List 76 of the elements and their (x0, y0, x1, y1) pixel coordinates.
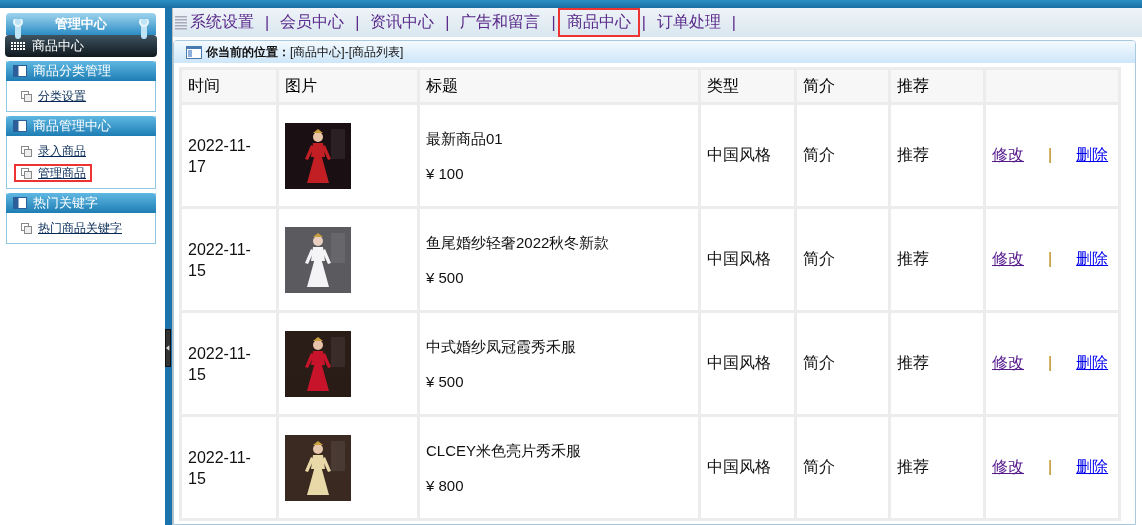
date-text: 2022-11-15 (188, 239, 252, 281)
nav-tab[interactable]: 订单处理 (647, 8, 730, 37)
nav-tab[interactable]: 会员中心 (271, 8, 354, 37)
type-text: 中国风格 (707, 354, 771, 371)
product-title: 鱼尾婚纱轻奢2022秋冬新款 (426, 233, 611, 253)
recommend-text: 推荐 (897, 146, 929, 163)
page-icon (21, 145, 32, 157)
nav-tab[interactable]: 商品中心 (557, 8, 640, 37)
edit-link[interactable]: 修改 (992, 458, 1024, 475)
lines-icon (175, 15, 187, 30)
date-text: 2022-11-17 (188, 135, 252, 177)
grid-icon (11, 41, 26, 51)
type-text: 中国风格 (707, 146, 771, 163)
separator: | (445, 13, 450, 32)
group-header: 商品分类管理 (6, 61, 156, 81)
type-text: 中国风格 (707, 250, 771, 267)
panel-icon (186, 45, 202, 59)
date-text: 2022-11-15 (188, 447, 252, 489)
sidebar-item[interactable]: 管理商品 (14, 164, 92, 182)
edit-link[interactable]: 修改 (992, 250, 1024, 267)
price-text: ¥ 100 (426, 164, 465, 182)
separator: | (1048, 146, 1053, 163)
page-icon (21, 222, 32, 234)
section-bar: 商品中心 (5, 35, 157, 57)
column-header: 简介 (797, 70, 888, 102)
delete-link[interactable]: 删除 (1076, 354, 1109, 371)
separator: | (731, 13, 736, 32)
product-title: 中式婚纱凤冠霞秀禾服 (426, 337, 577, 357)
sidebar-item[interactable]: 分类设置 (14, 87, 92, 105)
column-header: 图片 (279, 70, 417, 102)
sidebar-item[interactable]: 录入商品 (14, 142, 92, 160)
panel-icon (13, 197, 27, 209)
separator: | (1048, 250, 1053, 267)
price-text: ¥ 800 (426, 476, 465, 494)
delete-link[interactable]: 删除 (1076, 250, 1109, 267)
group-header: 商品管理中心 (6, 116, 156, 136)
delete-link[interactable]: 删除 (1076, 146, 1109, 163)
sidebar-item[interactable]: 热门商品关键字 (14, 219, 128, 237)
page-icon (21, 167, 32, 179)
separator: | (641, 13, 646, 32)
nav-tab[interactable]: 资讯中心 (361, 8, 444, 37)
separator: | (551, 13, 556, 32)
recommend-text: 推荐 (897, 354, 929, 371)
group-header: 热门关键字 (6, 193, 156, 213)
intro-text: 简介 (803, 146, 835, 163)
delete-link[interactable]: 删除 (1076, 458, 1109, 475)
product-title: 最新商品01 (426, 129, 504, 149)
price-text: ¥ 500 (426, 268, 465, 286)
page-icon (21, 90, 32, 102)
nav-tab[interactable]: 广告和留言 (451, 8, 550, 37)
recommend-text: 推荐 (897, 250, 929, 267)
recommend-text: 推荐 (897, 458, 929, 475)
pin-icon (12, 19, 24, 41)
column-header: 时间 (182, 70, 276, 102)
separator: | (355, 13, 360, 32)
product-title: CLCEY米色亮片秀禾服 (426, 441, 583, 461)
separator: | (1048, 458, 1053, 475)
panel-icon (13, 120, 27, 132)
price-text: ¥ 500 (426, 372, 465, 390)
column-header: 推荐 (891, 70, 983, 102)
breadcrumb-text: 你当前的位置：[商品中心]-[商品列表] (206, 43, 404, 61)
intro-text: 简介 (803, 458, 835, 475)
edit-link[interactable]: 修改 (992, 146, 1024, 163)
date-text: 2022-11-15 (188, 343, 252, 385)
separator: | (1048, 354, 1053, 371)
edit-link[interactable]: 修改 (992, 354, 1024, 371)
pin-icon (138, 19, 150, 41)
column-header: 类型 (701, 70, 794, 102)
panel-icon (13, 65, 27, 77)
separator: | (265, 13, 270, 32)
intro-text: 简介 (803, 250, 835, 267)
nav-tab[interactable]: 系统设置 (188, 8, 263, 37)
column-header: 标题 (420, 70, 698, 102)
type-text: 中国风格 (707, 458, 771, 475)
intro-text: 简介 (803, 354, 835, 371)
collapse-handle[interactable] (165, 329, 171, 367)
